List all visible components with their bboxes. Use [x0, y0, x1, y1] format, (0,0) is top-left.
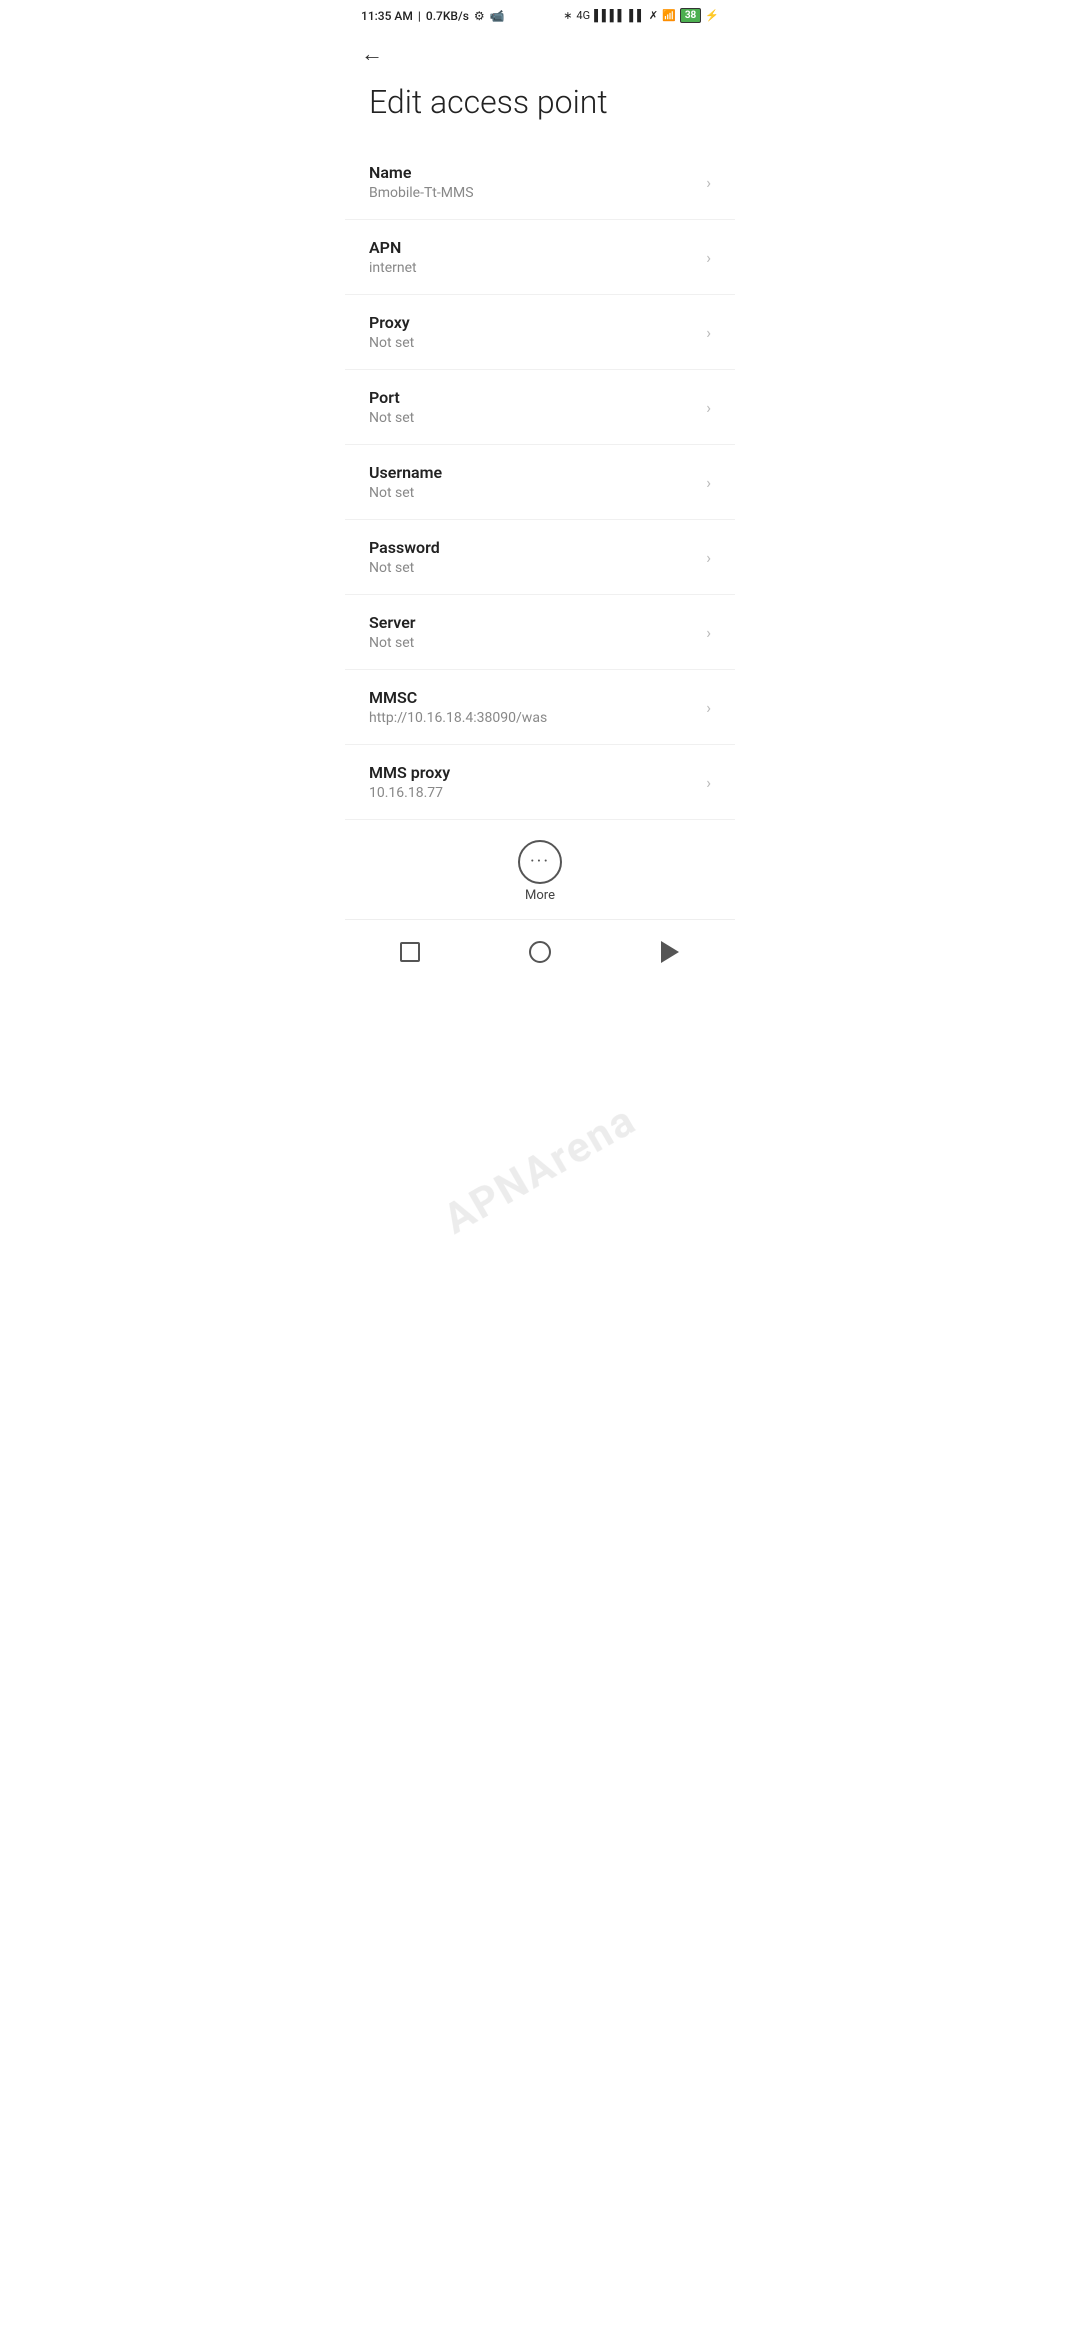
item-label-4: Username: [369, 463, 698, 482]
signal-bars-2: ▌▌: [629, 9, 645, 22]
charging-icon: ⚡: [705, 9, 719, 22]
wifi-cross: ✗: [649, 9, 658, 22]
home-button[interactable]: [520, 932, 560, 972]
recents-icon: [400, 942, 420, 962]
status-right: ∗ 4G ▌▌▌▌ ▌▌ ✗ 📶 38 ⚡: [563, 8, 719, 23]
item-content-0: Name Bmobile-Tt-MMS: [369, 163, 698, 201]
settings-list: Name Bmobile-Tt-MMS › APN internet › Pro…: [345, 145, 735, 820]
network-speed: 0.7KB/s: [426, 9, 469, 23]
settings-item-apn[interactable]: APN internet ›: [345, 220, 735, 295]
item-label-5: Password: [369, 538, 698, 557]
settings-icon: ⚙: [474, 9, 485, 23]
chevron-right-icon-3: ›: [706, 398, 711, 417]
item-value-1: internet: [369, 260, 698, 276]
speed-display: |: [418, 9, 421, 23]
chevron-right-icon-5: ›: [706, 548, 711, 567]
item-value-7: http://10.16.18.4:38090/was: [369, 710, 698, 726]
item-label-3: Port: [369, 388, 698, 407]
more-button[interactable]: ···: [518, 840, 562, 884]
chevron-right-icon-4: ›: [706, 473, 711, 492]
item-content-5: Password Not set: [369, 538, 698, 576]
item-value-5: Not set: [369, 560, 698, 576]
settings-item-password[interactable]: Password Not set ›: [345, 520, 735, 595]
item-content-4: Username Not set: [369, 463, 698, 501]
chevron-right-icon-0: ›: [706, 173, 711, 192]
item-label-6: Server: [369, 613, 698, 632]
back-triangle-icon: [661, 941, 679, 963]
item-label-8: MMS proxy: [369, 763, 698, 782]
chevron-right-icon-8: ›: [706, 773, 711, 792]
settings-item-server[interactable]: Server Not set ›: [345, 595, 735, 670]
signal-icon: 4G: [576, 9, 590, 22]
chevron-right-icon-2: ›: [706, 323, 711, 342]
item-value-0: Bmobile-Tt-MMS: [369, 185, 698, 201]
item-label-0: Name: [369, 163, 698, 182]
bluetooth-icon: ∗: [563, 9, 572, 22]
status-bar: 11:35 AM | 0.7KB/s ⚙ 📹 ∗ 4G ▌▌▌▌ ▌▌ ✗ 📶 …: [345, 0, 735, 29]
signal-bars: ▌▌▌▌: [594, 9, 625, 22]
back-button[interactable]: ←: [345, 29, 735, 75]
item-value-3: Not set: [369, 410, 698, 426]
chevron-right-icon-7: ›: [706, 698, 711, 717]
battery-indicator: 38: [680, 8, 701, 23]
item-content-3: Port Not set: [369, 388, 698, 426]
item-value-8: 10.16.18.77: [369, 785, 698, 801]
status-left: 11:35 AM | 0.7KB/s ⚙ 📹: [361, 9, 505, 23]
item-content-1: APN internet: [369, 238, 698, 276]
wifi-icon: 📶: [662, 9, 676, 22]
chevron-right-icon-6: ›: [706, 623, 711, 642]
item-content-7: MMSC http://10.16.18.4:38090/was: [369, 688, 698, 726]
settings-item-name[interactable]: Name Bmobile-Tt-MMS ›: [345, 145, 735, 220]
settings-item-username[interactable]: Username Not set ›: [345, 445, 735, 520]
item-value-2: Not set: [369, 335, 698, 351]
time-display: 11:35 AM: [361, 9, 413, 23]
item-label-2: Proxy: [369, 313, 698, 332]
back-arrow-icon: ←: [361, 42, 383, 67]
item-value-6: Not set: [369, 635, 698, 651]
settings-item-mmsc[interactable]: MMSC http://10.16.18.4:38090/was ›: [345, 670, 735, 745]
settings-item-mms-proxy[interactable]: MMS proxy 10.16.18.77 ›: [345, 745, 735, 820]
item-content-6: Server Not set: [369, 613, 698, 651]
home-icon: [529, 941, 551, 963]
item-label-1: APN: [369, 238, 698, 257]
item-content-8: MMS proxy 10.16.18.77: [369, 763, 698, 801]
item-value-4: Not set: [369, 485, 698, 501]
more-dots-icon: ···: [530, 853, 550, 871]
navigation-bar: [345, 919, 735, 992]
settings-item-proxy[interactable]: Proxy Not set ›: [345, 295, 735, 370]
more-section: ··· More: [345, 820, 735, 919]
item-label-7: MMSC: [369, 688, 698, 707]
item-content-2: Proxy Not set: [369, 313, 698, 351]
watermark: APNArena: [435, 1095, 644, 1244]
recents-button[interactable]: [390, 932, 430, 972]
page-title: Edit access point: [345, 75, 735, 145]
more-label: More: [525, 888, 555, 903]
back-nav-button[interactable]: [650, 932, 690, 972]
chevron-right-icon-1: ›: [706, 248, 711, 267]
camera-icon: 📹: [490, 9, 505, 23]
settings-item-port[interactable]: Port Not set ›: [345, 370, 735, 445]
